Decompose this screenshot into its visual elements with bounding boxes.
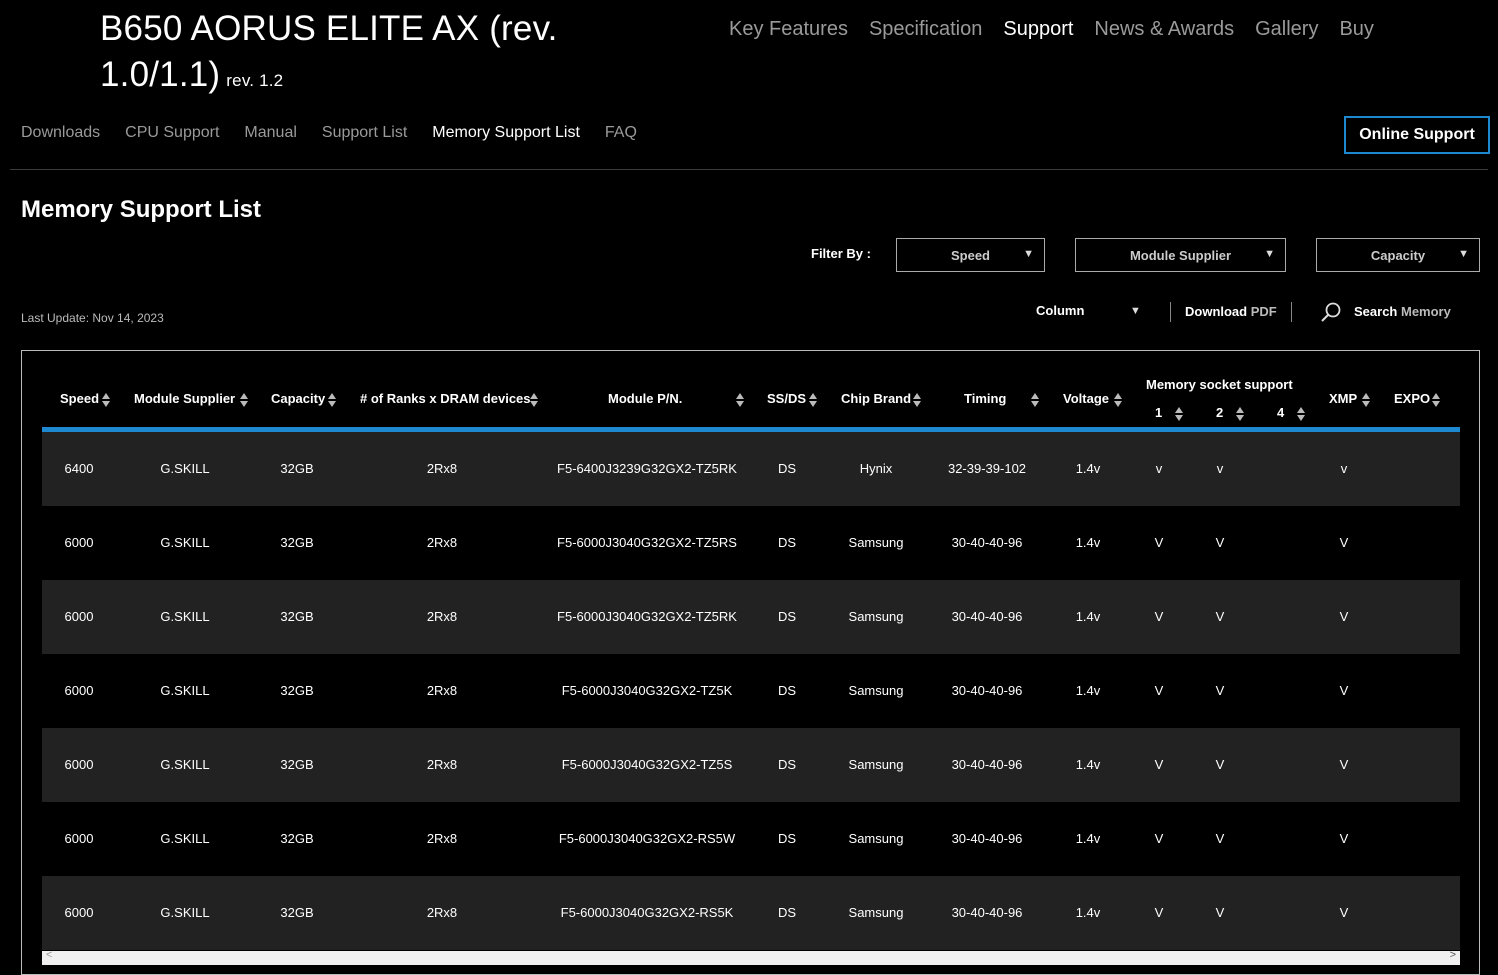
sub-nav-faq[interactable]: FAQ xyxy=(605,124,637,142)
table-row: 6000 G.SKILL 32GB 2Rx8 F5-6000J3040G32GX2-TZ… xyxy=(42,580,1460,654)
cell-expo xyxy=(1322,728,1479,802)
cell-expo xyxy=(1322,876,1479,950)
scroll-left-icon[interactable]: < xyxy=(46,949,52,961)
top-nav-gallery[interactable]: Gallery xyxy=(1255,18,1318,41)
header-ranks[interactable]: # of Ranks x DRAM devices xyxy=(360,391,531,406)
sub-nav-manual[interactable]: Manual xyxy=(244,124,296,142)
pdf-label: PDF xyxy=(1250,304,1277,319)
table-row: 6000 G.SKILL 32GB 2Rx8 F5-6000J3040G32GX2-TZ… xyxy=(42,728,1460,802)
top-nav-support[interactable]: Support xyxy=(1003,18,1073,41)
header-voltage[interactable]: Voltage xyxy=(1063,391,1109,406)
search-memory-button[interactable]: Search Memory xyxy=(1354,304,1451,319)
top-nav-specification[interactable]: Specification xyxy=(869,18,982,41)
capacity-filter-label: Capacity xyxy=(1370,247,1426,263)
product-title: B650 AORUS ELITE AX (rev. 1.0/1.1) rev. 1… xyxy=(100,6,660,104)
header-memory-socket-support: Memory socket support xyxy=(1146,377,1293,392)
cell-expo xyxy=(1322,802,1479,876)
sub-nav-cpu-support[interactable]: CPU Support xyxy=(125,124,219,142)
cell-expo xyxy=(1322,506,1479,580)
supplier-filter-label: Module Supplier xyxy=(1129,247,1232,263)
column-select[interactable]: Column xyxy=(1036,303,1084,318)
cell-ranks: 2Rx8 xyxy=(426,831,458,846)
sort-arrows-icon[interactable] xyxy=(530,393,539,407)
toolbar-separator xyxy=(1170,302,1171,322)
cell-ranks: 2Rx8 xyxy=(426,757,458,772)
header-socket-1[interactable]: 1 xyxy=(1155,405,1162,420)
horizontal-scrollbar[interactable]: < > xyxy=(42,949,1460,965)
product-title-text: B650 AORUS ELITE AX (rev. 1.0/1.1) xyxy=(100,9,558,94)
search-label: Search xyxy=(1354,304,1398,319)
sort-arrows-icon[interactable] xyxy=(1297,407,1306,421)
top-nav-key-features[interactable]: Key Features xyxy=(729,18,848,41)
header-module-pn[interactable]: Module P/N. xyxy=(608,391,682,406)
sort-arrows-icon[interactable] xyxy=(240,393,249,407)
header-ss-ds[interactable]: SS/DS xyxy=(767,391,806,406)
cell-expo xyxy=(1322,432,1479,506)
sub-nav: Downloads CPU Support Manual Support Lis… xyxy=(21,124,637,142)
triangle-down-icon: ▼ xyxy=(1023,248,1034,260)
header-socket-4[interactable]: 4 xyxy=(1277,405,1284,420)
memory-label: Memory xyxy=(1401,304,1451,319)
header-xmp[interactable]: XMP xyxy=(1329,391,1357,406)
filter-label: Filter By : xyxy=(811,246,871,261)
revision-selector[interactable]: rev. 1.2 xyxy=(226,71,283,90)
top-nav-buy[interactable]: Buy xyxy=(1339,18,1373,41)
sort-arrows-icon[interactable] xyxy=(102,393,111,407)
header-chip-brand[interactable]: Chip Brand xyxy=(841,391,911,406)
search-icon[interactable] xyxy=(1320,301,1342,323)
table-row: 6000 G.SKILL 32GB 2Rx8 F5-6000J3040G32GX2-TZ… xyxy=(42,654,1460,728)
sort-arrows-icon[interactable] xyxy=(1114,393,1123,407)
triangle-down-icon[interactable]: ▼ xyxy=(1130,305,1141,317)
sort-arrows-icon[interactable] xyxy=(1236,407,1245,421)
toolbar-separator xyxy=(1291,302,1292,322)
cell-ranks: 2Rx8 xyxy=(426,535,458,550)
cell-expo xyxy=(1322,654,1479,728)
capacity-filter-select[interactable]: Capacity ▼ xyxy=(1316,238,1480,272)
sub-nav-memory-support-list[interactable]: Memory Support List xyxy=(432,124,580,142)
cell-ranks: 2Rx8 xyxy=(426,683,458,698)
header-speed[interactable]: Speed xyxy=(60,391,99,406)
scroll-right-icon[interactable]: > xyxy=(1450,949,1456,961)
speed-filter-select[interactable]: Speed ▼ xyxy=(896,238,1045,272)
header-socket-2[interactable]: 2 xyxy=(1216,405,1223,420)
sort-arrows-icon[interactable] xyxy=(1432,393,1441,407)
triangle-down-icon: ▼ xyxy=(1264,248,1275,260)
header-timing[interactable]: Timing xyxy=(964,391,1006,406)
memory-support-table: Speed Module Supplier Capacity # of Rank… xyxy=(21,350,1480,975)
supplier-filter-select[interactable]: Module Supplier ▼ xyxy=(1075,238,1286,272)
sort-arrows-icon[interactable] xyxy=(1031,393,1040,407)
sort-arrows-icon[interactable] xyxy=(913,393,922,407)
top-nav-news-awards[interactable]: News & Awards xyxy=(1094,18,1234,41)
header-expo[interactable]: EXPO xyxy=(1394,391,1430,406)
speed-filter-label: Speed xyxy=(950,247,990,263)
cell-expo xyxy=(1322,580,1479,654)
page-title: Memory Support List xyxy=(21,196,262,223)
sort-arrows-icon[interactable] xyxy=(1175,407,1184,421)
table-row: 6400 G.SKILL 32GB 2Rx8 F5-6400J3239G32GX2-TZ… xyxy=(42,432,1460,506)
last-update: Last Update: Nov 14, 2023 xyxy=(21,311,164,325)
sort-arrows-icon[interactable] xyxy=(1362,393,1371,407)
table-row: 6000 G.SKILL 32GB 2Rx8 F5-6000J3040G32GX2-TZ… xyxy=(42,506,1460,580)
table-row: 6000 G.SKILL 32GB 2Rx8 F5-6000J3040G32GX2-RS… xyxy=(42,876,1460,950)
online-support-button[interactable]: Online Support xyxy=(1344,116,1490,154)
table-row: 6000 G.SKILL 32GB 2Rx8 F5-6000J3040G32GX2-RS… xyxy=(42,802,1460,876)
divider xyxy=(10,169,1488,170)
sort-arrows-icon[interactable] xyxy=(809,393,818,407)
sort-arrows-icon[interactable] xyxy=(328,393,337,407)
cell-ranks: 2Rx8 xyxy=(426,905,458,920)
sub-nav-downloads[interactable]: Downloads xyxy=(21,124,100,142)
header-capacity[interactable]: Capacity xyxy=(271,391,325,406)
cell-ranks: 2Rx8 xyxy=(426,609,458,624)
download-pdf-button[interactable]: Download PDF xyxy=(1185,304,1277,319)
download-label: Download xyxy=(1185,304,1248,319)
triangle-down-icon: ▼ xyxy=(1458,248,1469,260)
cell-ranks: 2Rx8 xyxy=(426,461,458,476)
header-module-supplier[interactable]: Module Supplier xyxy=(134,391,235,406)
sub-nav-support-list[interactable]: Support List xyxy=(322,124,407,142)
sort-arrows-icon[interactable] xyxy=(736,393,745,407)
top-nav: Key Features Specification Support News … xyxy=(729,18,1374,41)
